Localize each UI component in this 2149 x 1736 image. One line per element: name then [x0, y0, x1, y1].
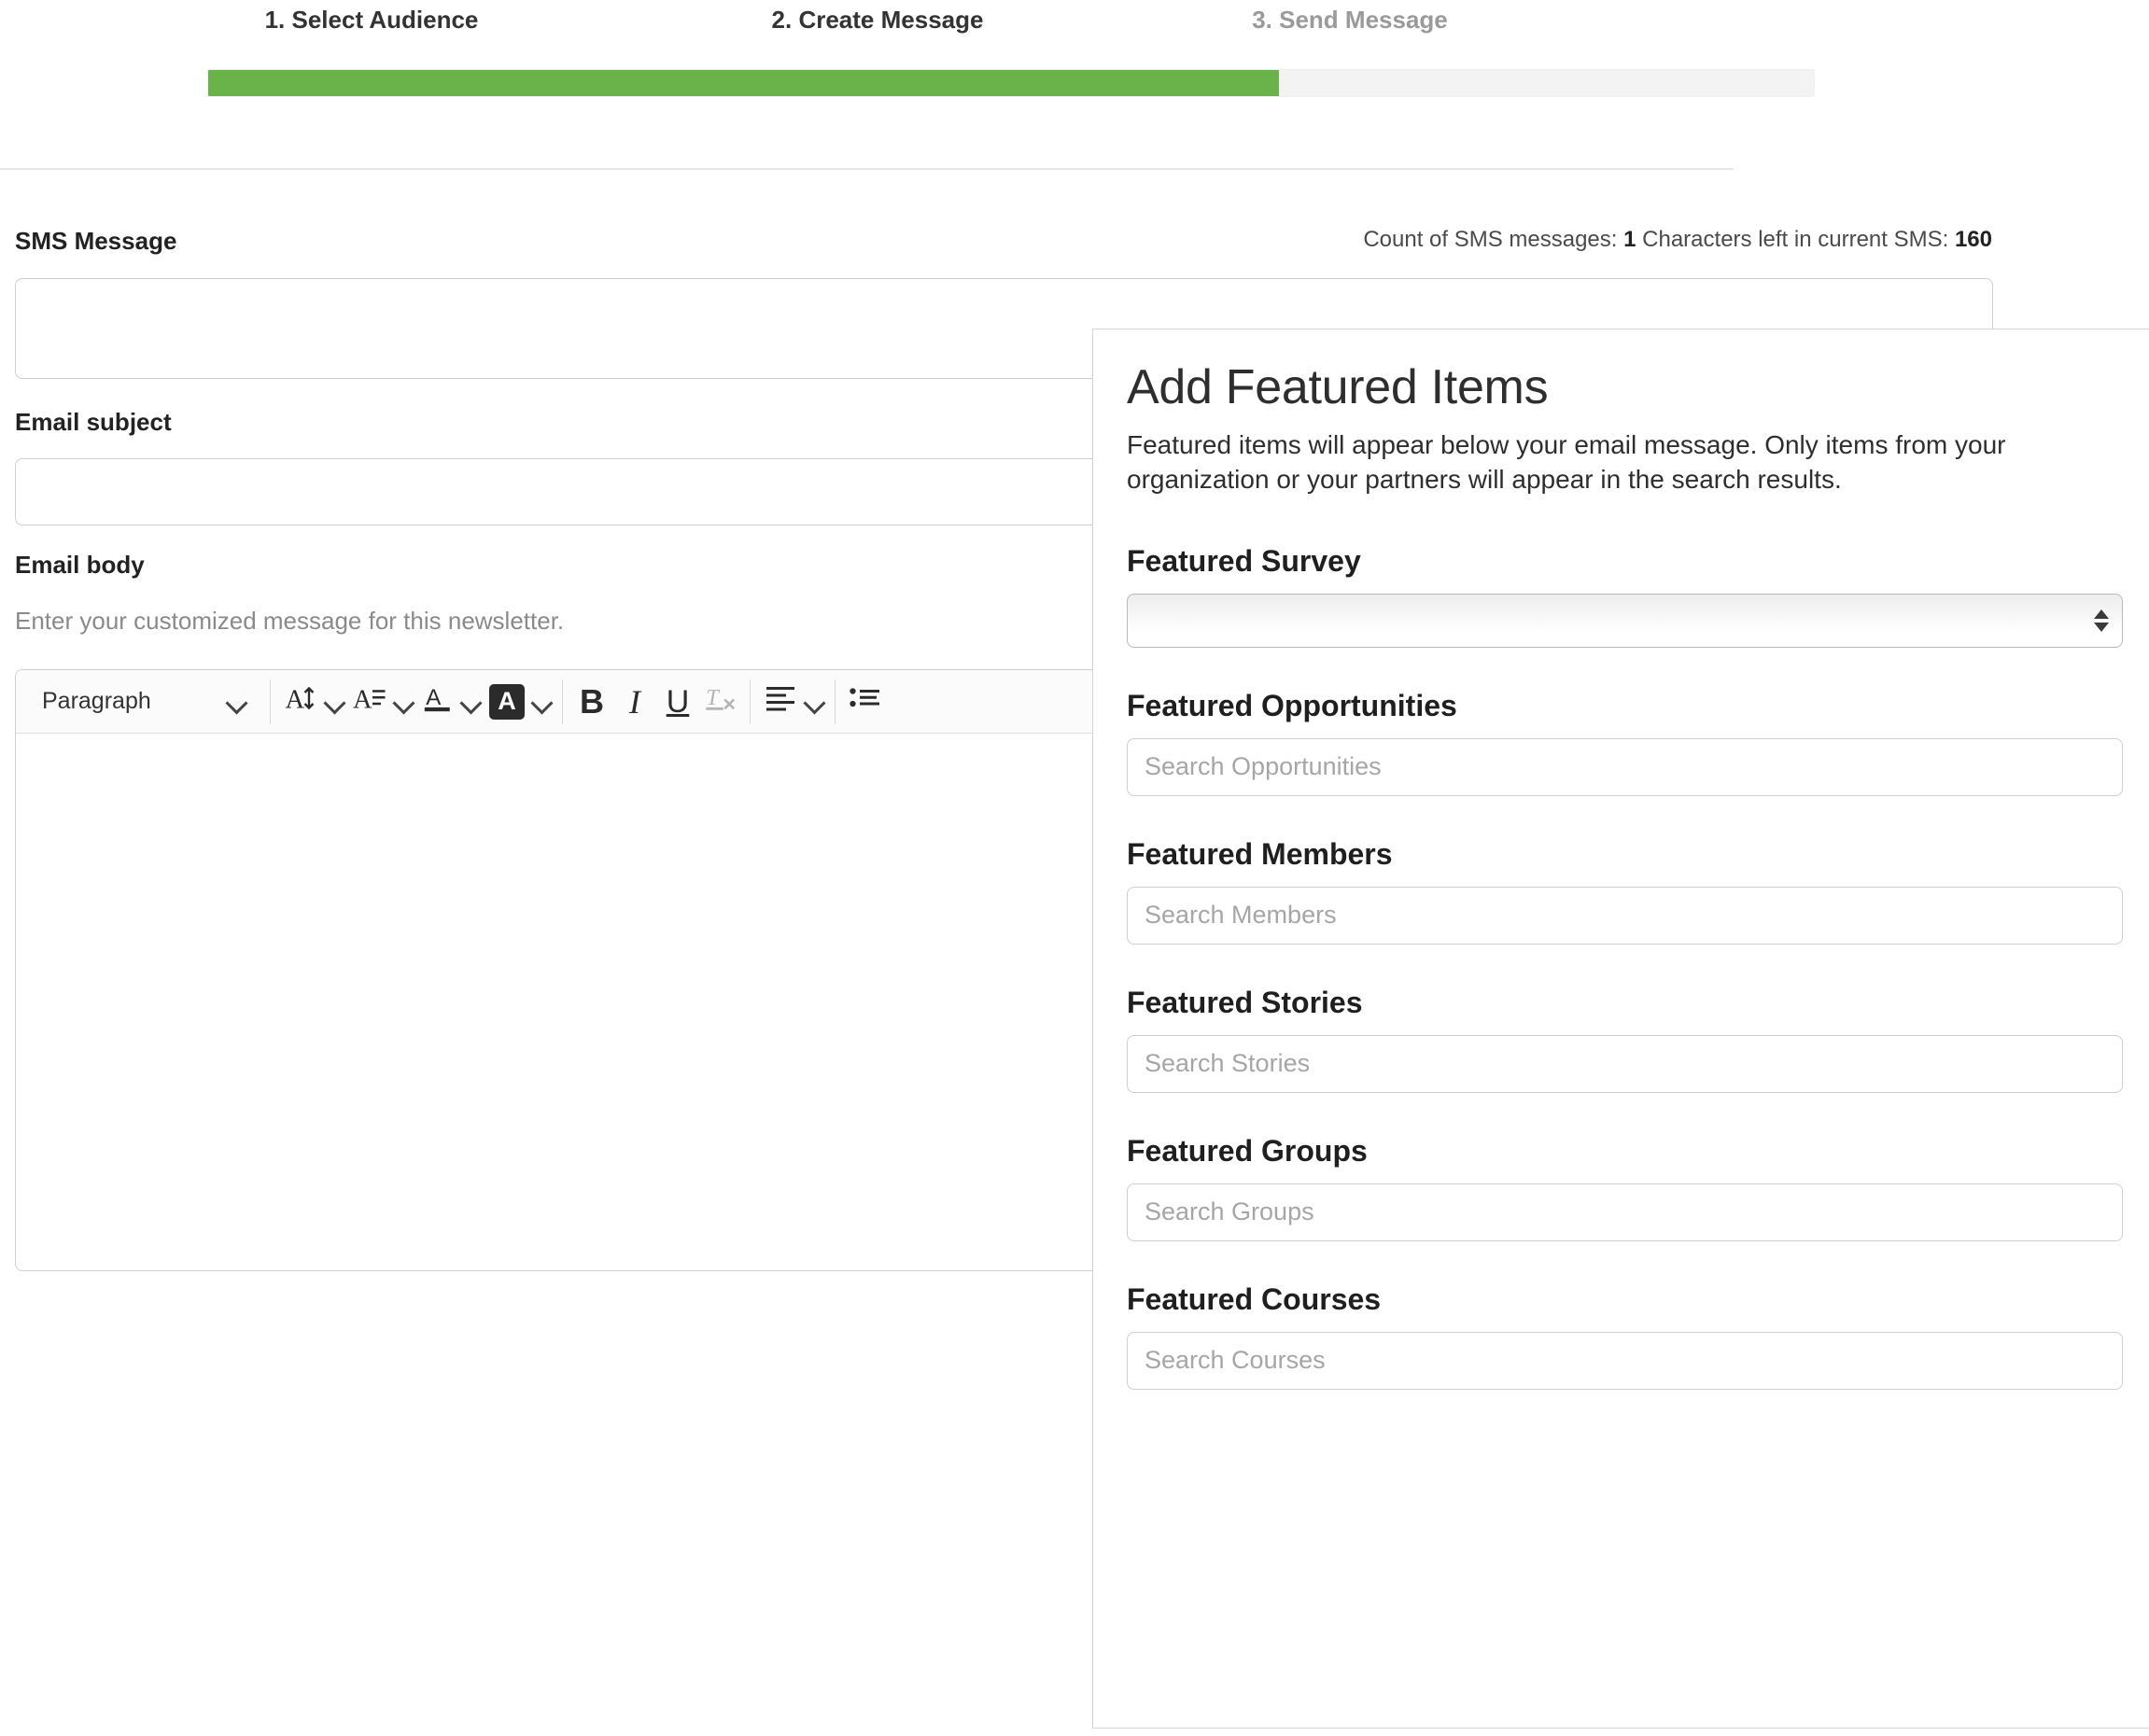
section-featured-members: Featured Members	[1127, 837, 2123, 945]
wizard-progress-fill	[208, 70, 1280, 96]
clear-formatting-icon: T	[705, 681, 737, 721]
underline-icon: U	[666, 683, 690, 720]
font-size-icon: A	[284, 681, 317, 721]
featured-opportunities-label: Featured Opportunities	[1127, 688, 1457, 722]
section-featured-stories: Featured Stories	[1127, 986, 2123, 1093]
align-chevron-down-icon[interactable]	[803, 690, 827, 714]
sms-message-label: SMS Message	[15, 227, 177, 255]
email-subject-label: Email subject	[15, 408, 172, 436]
text-color-chevron-down-icon[interactable]	[459, 690, 484, 714]
section-featured-courses: Featured Courses	[1127, 1282, 2123, 1390]
align-button[interactable]	[758, 678, 803, 726]
featured-groups-search-input[interactable]	[1127, 1183, 2123, 1241]
sms-chars-prefix: Characters left in current SMS:	[1642, 227, 1949, 252]
toolbar-separator	[270, 679, 271, 724]
chevron-down-icon[interactable]	[225, 690, 249, 714]
text-color-icon: A	[422, 681, 454, 721]
font-size-chevron-down-icon[interactable]	[323, 690, 347, 714]
page-root: 1. Select Audience 2. Create Message 3. …	[0, 0, 2149, 1736]
italic-icon: I	[629, 682, 640, 721]
wizard-step-2[interactable]: 2. Create Message	[719, 6, 1036, 35]
font-size-group: A	[278, 678, 347, 726]
highlight-color-button[interactable]: A	[484, 678, 530, 726]
align-group	[758, 678, 827, 726]
header-divider	[0, 168, 1734, 170]
sms-chars-value: 160	[1954, 227, 1992, 252]
email-body-helper-text: Enter your customized message for this n…	[15, 607, 565, 635]
featured-members-label: Featured Members	[1127, 836, 1393, 871]
sms-count-value: 1	[1623, 227, 1636, 252]
underline-button[interactable]: U	[656, 678, 699, 726]
highlight-color-group: A	[484, 678, 555, 726]
italic-button[interactable]: I	[613, 678, 656, 726]
line-height-group: A	[347, 678, 416, 726]
line-height-button[interactable]: A	[347, 678, 392, 726]
wizard-step-3[interactable]: 3. Send Message	[1191, 6, 1509, 35]
select-spinner-icon	[2094, 609, 2109, 632]
section-featured-survey: Featured Survey	[1127, 544, 2123, 648]
featured-members-search-input[interactable]	[1127, 886, 2123, 945]
wizard-step-1[interactable]: 1. Select Audience	[213, 6, 530, 35]
featured-survey-select[interactable]	[1127, 593, 2123, 648]
section-featured-groups: Featured Groups	[1127, 1134, 2123, 1241]
bold-icon: B	[580, 681, 604, 721]
line-height-chevron-down-icon[interactable]	[392, 690, 416, 714]
wizard-steps: 1. Select Audience 2. Create Message 3. …	[0, 6, 1736, 49]
bold-button[interactable]: B	[570, 678, 613, 726]
highlight-color-chevron-down-icon[interactable]	[530, 690, 555, 714]
sms-counter: Count of SMS messages: 1 Characters left…	[1363, 227, 1992, 253]
svg-text:A: A	[426, 685, 442, 710]
featured-courses-label: Featured Courses	[1127, 1281, 1382, 1316]
featured-opportunities-search-input[interactable]	[1127, 737, 2123, 796]
toolbar-separator	[750, 679, 751, 724]
text-color-button[interactable]: A	[416, 678, 459, 726]
svg-text:T: T	[706, 686, 720, 710]
featured-stories-label: Featured Stories	[1127, 985, 1363, 1019]
featured-groups-label: Featured Groups	[1127, 1133, 1368, 1168]
featured-survey-label: Featured Survey	[1127, 543, 1361, 578]
bullet-list-icon	[849, 684, 882, 719]
font-size-button[interactable]: A	[278, 678, 323, 726]
sms-count-prefix: Count of SMS messages:	[1363, 227, 1618, 252]
section-featured-opportunities: Featured Opportunities	[1127, 689, 2123, 796]
line-height-icon: A	[353, 681, 386, 721]
panel-description: Featured items will appear below your em…	[1127, 430, 2006, 494]
featured-stories-search-input[interactable]	[1127, 1034, 2123, 1093]
clear-formatting-button[interactable]: T	[699, 678, 742, 726]
block-format-select[interactable]: Paragraph	[29, 679, 262, 725]
toolbar-separator	[562, 679, 563, 724]
featured-courses-search-input[interactable]	[1127, 1331, 2123, 1390]
email-body-label: Email body	[15, 551, 145, 579]
panel-title: Add Featured Items	[1127, 360, 1549, 414]
add-featured-items-panel: Add Featured Items Featured items will a…	[1092, 329, 2149, 1729]
text-color-group: A	[416, 678, 484, 726]
block-format-label: Paragraph	[42, 688, 151, 714]
highlight-color-icon: A	[489, 683, 525, 720]
toolbar-separator	[835, 679, 836, 724]
svg-text:A: A	[286, 686, 305, 715]
align-left-icon	[764, 684, 797, 719]
wizard-progress-track	[207, 69, 1815, 97]
bullet-list-button[interactable]	[843, 678, 888, 726]
svg-text:A: A	[353, 686, 372, 715]
